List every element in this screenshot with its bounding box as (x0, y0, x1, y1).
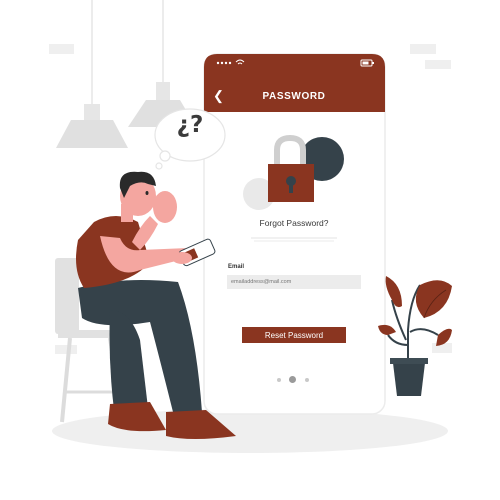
pagination-dot-active[interactable] (289, 376, 296, 383)
screen-title: PASSWORD (262, 91, 326, 102)
lamp-icon (56, 0, 128, 148)
illustration: ❮ PASSWORD Forgot Password? Email Reset … (0, 0, 500, 500)
lamp-icon (128, 0, 196, 127)
reset-password-button[interactable]: Reset Password (242, 327, 346, 343)
pagination-dot[interactable] (305, 378, 309, 382)
plant-icon (378, 276, 452, 396)
email-field[interactable] (227, 275, 361, 289)
illustration-art (49, 0, 452, 453)
question-mark-text: ¿? (176, 112, 204, 138)
forgot-password-heading: Forgot Password? (259, 218, 329, 228)
pagination-dots (273, 374, 313, 384)
pagination-dot[interactable] (277, 378, 281, 382)
email-label: Email (228, 264, 245, 270)
